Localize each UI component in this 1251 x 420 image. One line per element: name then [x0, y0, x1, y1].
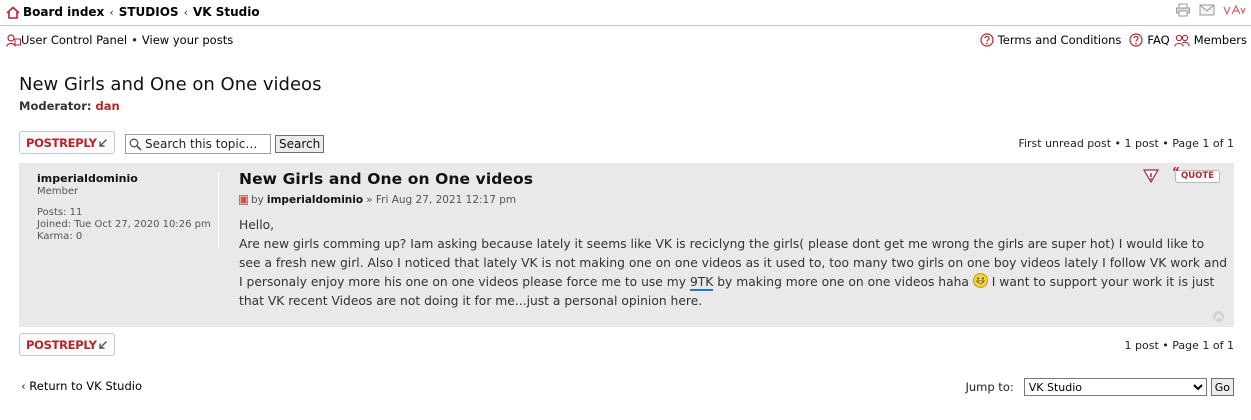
faq-link[interactable]: FAQ: [1147, 33, 1169, 47]
breadcrumb-vk-studio[interactable]: VK Studio: [193, 5, 260, 19]
post-title[interactable]: New Girls and One on One videos: [239, 170, 1229, 188]
pagination-top[interactable]: First unread post • 1 post • Page 1 of 1: [1018, 137, 1234, 150]
navbar: User Control Panel • View your posts Ter…: [0, 31, 1251, 49]
user-control-panel-link[interactable]: User Control Panel: [21, 33, 127, 47]
moderator-line: Moderator: dan: [19, 99, 120, 113]
post-greeting: Hello,: [239, 218, 275, 232]
nav-left: User Control Panel • View your posts: [6, 33, 233, 47]
post-date: » Fri Aug 27, 2021 12:17 pm: [366, 194, 517, 206]
post-reply-label: POSTREPLY: [26, 337, 97, 352]
email-icon[interactable]: [1199, 4, 1215, 16]
profile-rank: Member: [37, 186, 79, 197]
go-button[interactable]: Go: [1210, 378, 1234, 396]
nav-right: Terms and Conditions FAQ Members: [980, 33, 1247, 47]
breadcrumb-separator: ‹: [183, 5, 188, 19]
view-your-posts-link[interactable]: View your posts: [142, 33, 233, 47]
user-control-panel-icon: [6, 33, 21, 47]
post-body: New Girls and One on One videos by imper…: [239, 170, 1229, 311]
post-paragraph: Are new girls comming up? Iam asking bec…: [239, 235, 1229, 311]
profile-karma: Karma: 0: [37, 231, 83, 242]
post: imperialdominio Member Posts: 11 Joined:…: [19, 163, 1234, 327]
quote-mark-icon: “: [1172, 164, 1180, 179]
post-reply-button-bottom[interactable]: POSTREPLY: [19, 333, 115, 356]
print-icon[interactable]: [1175, 3, 1191, 17]
post-author-link[interactable]: imperialdominio: [267, 194, 363, 206]
jump-to-label: Jump to:: [965, 380, 1014, 394]
post-buttons: “ QUOTE: [1143, 165, 1220, 183]
terms-help-icon: [980, 33, 994, 47]
return-link-wrap: ‹ Return to VK Studio: [21, 379, 142, 393]
quote-button[interactable]: “ QUOTE: [1172, 165, 1220, 183]
moderator-label: Moderator:: [19, 99, 92, 113]
post-reply-button[interactable]: POSTREPLY: [19, 131, 115, 154]
post-by: by: [251, 194, 264, 206]
members-link[interactable]: Members: [1194, 33, 1247, 47]
terms-and-conditions-link[interactable]: Terms and Conditions: [998, 33, 1122, 47]
grin-smiley-icon: [972, 273, 988, 288]
breadcrumb-separator: ‹: [109, 5, 114, 19]
return-to-forum-link[interactable]: Return to VK Studio: [29, 379, 142, 393]
breadcrumb-board-index[interactable]: Board index: [23, 5, 104, 19]
post-meta: by imperialdominio » Fri Aug 27, 2021 12…: [239, 194, 1229, 206]
jump-to-select[interactable]: VK Studio: [1023, 378, 1207, 396]
report-icon[interactable]: [1143, 169, 1160, 183]
profile-posts[interactable]: Posts: 11: [37, 207, 218, 219]
post-content: Hello, Are new girls comming up? Iam ask…: [239, 216, 1229, 311]
members-icon: [1173, 34, 1190, 47]
search-box[interactable]: [125, 134, 271, 154]
breadcrumb-studios[interactable]: STUDIOS: [119, 5, 179, 19]
post-profile: imperialdominio Member Posts: 11 Joined:…: [37, 172, 219, 248]
topic-title[interactable]: New Girls and One on One videos: [19, 74, 321, 95]
post-reply-label: POSTREPLY: [26, 135, 97, 150]
top-bar: Board index ‹ STUDIOS ‹ VK Studio: [0, 0, 1251, 26]
page-tools: [1175, 3, 1247, 17]
reply-arrow-icon: [99, 138, 107, 147]
search-input[interactable]: [142, 137, 266, 151]
faq-icon: [1129, 33, 1144, 47]
search-icon: [129, 138, 142, 151]
post-inline-link[interactable]: 9TK: [689, 275, 714, 291]
chevron-left-icon: ‹: [21, 379, 26, 393]
breadcrumb: Board index ‹ STUDIOS ‹ VK Studio: [6, 5, 260, 19]
nav-bullet: •: [131, 33, 138, 47]
reply-arrow-icon: [99, 340, 107, 349]
post-icon[interactable]: [239, 195, 248, 205]
profile-joined: Joined: Tue Oct 27, 2020 10:26 pm: [37, 219, 211, 230]
profile-username[interactable]: imperialdominio: [37, 172, 138, 185]
jump-to-box: Jump to: VK Studio Go: [965, 378, 1234, 396]
home-icon[interactable]: [6, 5, 20, 19]
search-button[interactable]: Search: [275, 135, 325, 153]
font-size-icon[interactable]: [1223, 4, 1247, 16]
quote-label: QUOTE: [1181, 171, 1214, 181]
moderator-name-link[interactable]: dan: [96, 99, 120, 113]
post-text-2: by making more one on one videos haha: [713, 275, 973, 289]
pagination-bottom: 1 post • Page 1 of 1: [1124, 339, 1234, 352]
profile-stats: Posts: 11 Joined: Tue Oct 27, 2020 10:26…: [37, 207, 218, 243]
topic-search: Search: [125, 134, 325, 154]
back-to-top-icon[interactable]: [1213, 311, 1224, 322]
